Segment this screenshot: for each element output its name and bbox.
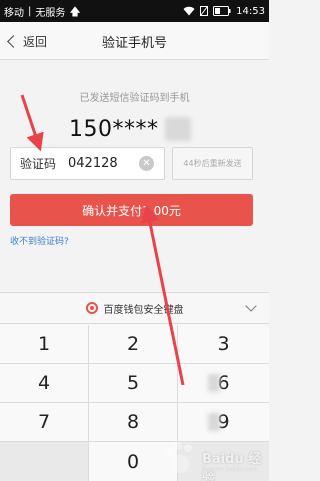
confirm-pay-button[interactable]: 确认并支付1.00元 xyxy=(10,194,253,226)
phone-number: 150**** xyxy=(69,116,159,142)
battery-icon xyxy=(213,6,231,16)
baidu-jingyan-watermark: Baidu 经验 jingyan.baidu.com xyxy=(160,438,265,481)
back-label: 返回 xyxy=(23,34,48,49)
key-blank xyxy=(0,442,89,481)
status-bar: 移动 | 无服务 🡅 14:53 xyxy=(0,0,269,22)
watermark-brand: Baidu 经验 xyxy=(202,452,262,481)
sim-icon xyxy=(200,6,209,16)
key-4[interactable]: 4 xyxy=(0,364,89,403)
key-redaction xyxy=(208,374,220,392)
key-7[interactable]: 7 xyxy=(0,403,89,442)
keyboard-header: 百度钱包安全键盘 xyxy=(0,293,269,324)
phone-redaction xyxy=(164,117,191,141)
key-redaction xyxy=(208,413,220,431)
code-label: 验证码 xyxy=(20,157,57,171)
key-8[interactable]: 8 xyxy=(89,403,178,442)
wifi-icon xyxy=(183,6,195,16)
resend-button[interactable]: 44秒后重新发送 xyxy=(172,147,253,180)
verification-code-field[interactable]: 验证码 ✕ xyxy=(10,147,165,180)
keyboard-title: 百度钱包安全键盘 xyxy=(103,304,184,316)
sent-notice: 已发送短信验证码到手机 xyxy=(79,93,190,104)
back-button[interactable]: 返回 xyxy=(6,22,47,60)
baidu-paw-icon xyxy=(166,442,192,473)
status-left: 移动 | 无服务 🡅 xyxy=(4,4,81,19)
no-code-link[interactable]: 收不到验证码? xyxy=(10,234,69,247)
nav-bar: 验证手机号 返回 xyxy=(0,22,269,60)
chevron-left-icon xyxy=(7,34,20,48)
key-3[interactable]: 3 xyxy=(178,325,269,364)
key-5[interactable]: 5 xyxy=(89,364,178,403)
chevron-down-icon[interactable] xyxy=(245,300,257,312)
key-1[interactable]: 1 xyxy=(0,325,89,364)
key-9[interactable]: 9 xyxy=(178,403,269,442)
key-6[interactable]: 6 xyxy=(178,364,269,403)
network-status: 无服务 xyxy=(35,7,66,19)
phone-row: 150**** xyxy=(69,112,191,146)
status-separator: | xyxy=(28,5,32,17)
clear-icon[interactable]: ✕ xyxy=(139,156,154,171)
clock: 14:53 xyxy=(236,5,265,17)
watermark-url: jingyan.baidu.com xyxy=(202,466,258,473)
baidu-wallet-logo-icon xyxy=(85,302,98,314)
key-2[interactable]: 2 xyxy=(89,325,178,364)
arrow-up-icon: 🡅 xyxy=(69,4,81,18)
status-right: 14:53 xyxy=(183,6,265,17)
code-input[interactable] xyxy=(68,156,138,171)
carrier-label: 移动 xyxy=(4,7,24,19)
